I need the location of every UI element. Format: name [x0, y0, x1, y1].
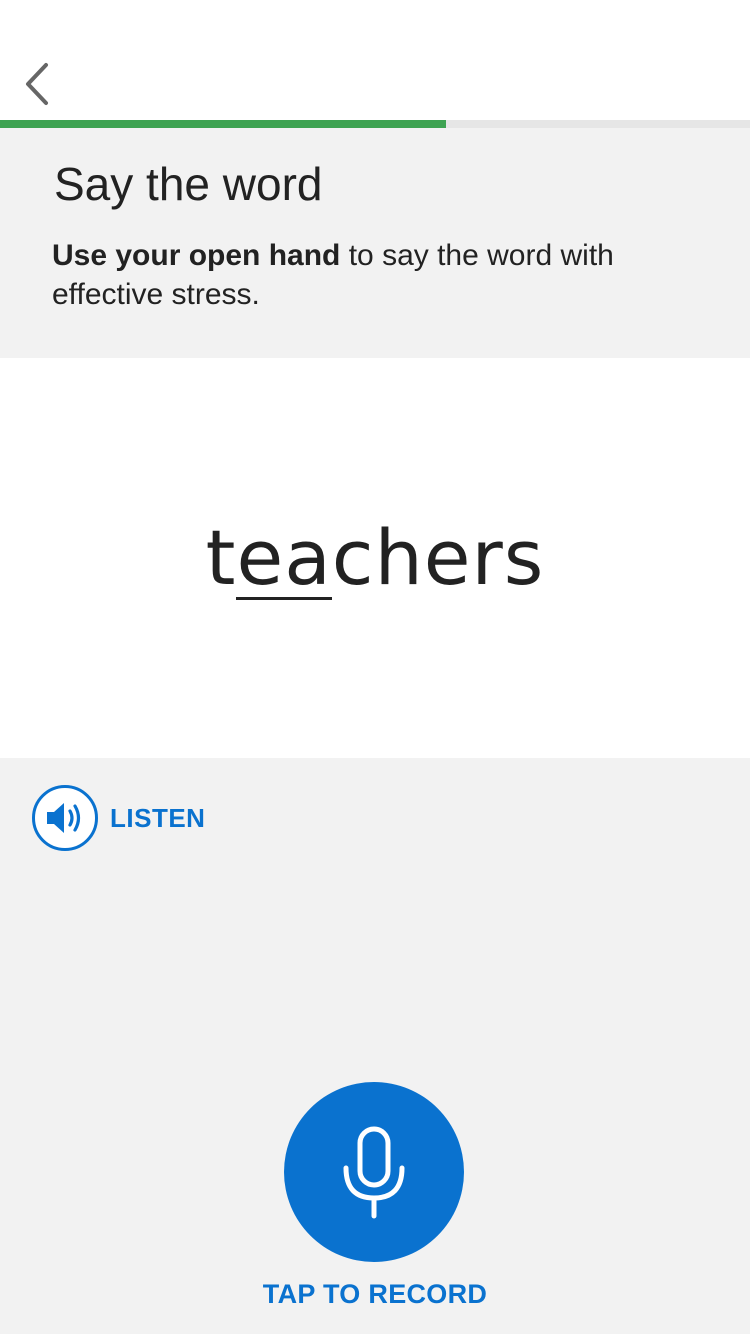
instruction-text: Use your open hand to say the word with … — [52, 236, 692, 314]
progress-bar — [0, 120, 750, 128]
speaker-icon — [47, 803, 81, 833]
listen-label: LISTEN — [110, 802, 206, 833]
listen-icon-circle — [32, 785, 98, 851]
page-title: Say the word — [54, 158, 323, 210]
top-bar — [0, 0, 750, 120]
stressed-syllable: ea — [236, 513, 332, 602]
target-word: teachers — [0, 510, 750, 606]
back-button[interactable] — [14, 56, 58, 112]
word-prefix: t — [205, 513, 237, 602]
instruction-bold-text: Use your open hand — [52, 239, 341, 272]
record-label[interactable]: TAP TO RECORD — [0, 1274, 750, 1314]
chevron-left-icon — [26, 63, 48, 105]
microphone-icon — [343, 1126, 405, 1219]
progress-bar-fill — [0, 120, 447, 128]
record-button[interactable] — [284, 1082, 464, 1262]
listen-button[interactable]: LISTEN — [32, 782, 205, 854]
word-suffix: chers — [331, 513, 545, 602]
